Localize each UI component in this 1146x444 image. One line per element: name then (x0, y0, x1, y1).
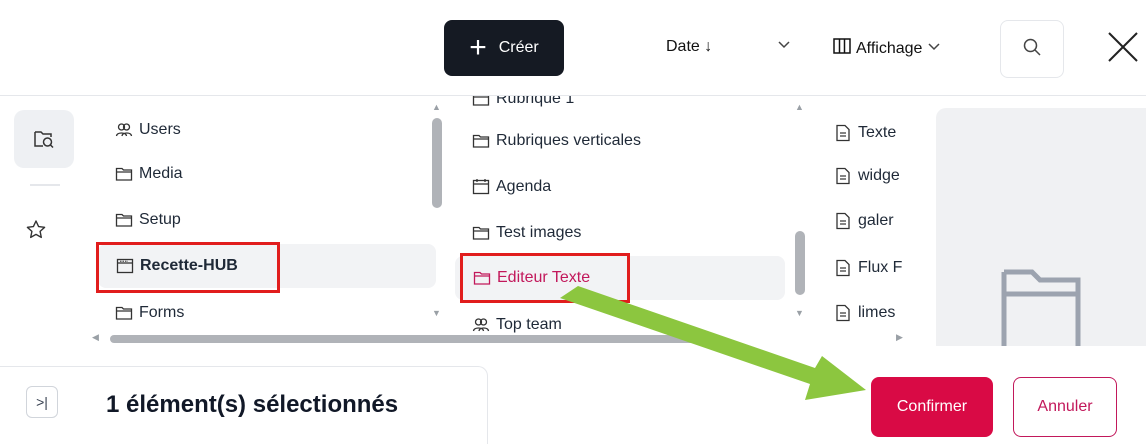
sort-date-label: Date ↓ (666, 38, 713, 55)
list-item[interactable]: limes (834, 298, 895, 328)
top-toolbar: + Créer Date ↓ Affichage (0, 0, 1146, 96)
column-3: Texte widge galer Flux F limes (830, 96, 940, 336)
document-icon (836, 259, 850, 277)
chevron-right-bar-icon: >| (36, 394, 48, 410)
chevron-down-icon (926, 38, 942, 59)
column-1-scrollbar[interactable] (432, 118, 442, 208)
confirm-button[interactable]: Confirmer (871, 377, 993, 437)
list-item-label: limes (858, 304, 896, 321)
list-item[interactable]: galer (834, 206, 894, 236)
document-icon (836, 212, 850, 230)
list-item-label: widge (858, 167, 900, 184)
list-item[interactable]: Setup (115, 205, 181, 235)
list-item-label: Users (139, 121, 181, 138)
document-icon (836, 124, 850, 142)
plus-icon: + (469, 31, 487, 64)
sort-date-button[interactable]: Date ↓ (666, 38, 712, 56)
list-item-label: Texte (858, 124, 897, 141)
list-item[interactable]: Top team (472, 310, 562, 336)
expand-selection-button[interactable]: >| (26, 386, 58, 418)
users-icon (472, 318, 490, 332)
list-item[interactable]: Texte (834, 118, 896, 148)
list-item[interactable]: Media (115, 159, 183, 189)
calendar-icon (472, 179, 490, 195)
document-icon (836, 167, 850, 185)
document-icon (836, 304, 850, 322)
scroll-up-icon[interactable]: ▲ (795, 102, 804, 112)
list-item-label: galer (858, 212, 894, 229)
list-item[interactable]: Rubriques verticales (472, 126, 641, 156)
list-item[interactable]: Flux F (834, 253, 902, 283)
list-item-label: Rubrique 1 (496, 96, 575, 107)
search-icon (1022, 37, 1042, 62)
browse-tab[interactable] (14, 110, 74, 168)
list-item-label: Media (139, 165, 183, 182)
favorites-tab[interactable] (24, 218, 48, 242)
list-item-label: Setup (139, 211, 181, 228)
annotation-highlight-box (96, 242, 280, 293)
column-2-scrollbar[interactable] (795, 231, 805, 295)
scroll-up-icon[interactable]: ▲ (432, 102, 441, 112)
rail-divider (30, 184, 60, 186)
folder-placeholder-icon (1001, 269, 1081, 346)
scroll-right-icon[interactable]: ▶ (896, 332, 903, 343)
list-item[interactable]: Forms (115, 298, 184, 328)
view-toggle-label: Affichage (856, 39, 923, 57)
sort-chevron-down-icon[interactable] (776, 36, 792, 57)
column-1: Users Media Setup Recette-HUB Forms (90, 96, 445, 336)
list-item-label: Agenda (496, 178, 552, 195)
list-item[interactable]: Agenda (472, 172, 551, 202)
cancel-button[interactable]: Annuler (1013, 377, 1117, 437)
scroll-down-icon[interactable]: ▼ (432, 308, 441, 318)
left-rail (0, 96, 90, 346)
folder-icon (472, 134, 490, 148)
users-icon (115, 123, 133, 137)
list-item-label: Top team (496, 316, 562, 333)
list-item-label: Rubriques verticales (496, 132, 641, 149)
preview-pane (936, 108, 1146, 346)
list-item[interactable]: Test images (472, 218, 581, 248)
folder-icon (115, 213, 133, 227)
scroll-left-icon[interactable]: ◀ (92, 332, 99, 343)
close-icon (1108, 32, 1138, 62)
scroll-down-icon[interactable]: ▼ (795, 308, 804, 318)
list-item[interactable]: widge (834, 161, 900, 191)
annotation-highlight-box (460, 253, 630, 303)
folder-icon (115, 167, 133, 181)
columns-icon (832, 36, 852, 61)
folder-icon (115, 306, 133, 320)
star-icon (26, 220, 46, 239)
list-item[interactable]: Users (115, 115, 181, 145)
view-toggle-button[interactable]: Affichage (832, 36, 942, 61)
search-button[interactable] (1000, 20, 1064, 78)
folder-icon (472, 96, 490, 106)
horizontal-scrollbar[interactable] (110, 335, 695, 343)
list-item[interactable]: Rubrique 1 (472, 96, 574, 114)
list-item-label: Forms (139, 304, 185, 321)
list-item-label: Test images (496, 224, 582, 241)
close-button[interactable] (1103, 27, 1143, 67)
create-button[interactable]: + Créer (444, 20, 564, 76)
folder-icon (472, 226, 490, 240)
folder-search-icon (34, 131, 54, 149)
list-item-label: Flux F (858, 259, 903, 276)
create-button-label: Créer (498, 39, 539, 56)
footer-bar: >| 1 élément(s) sélectionnés Confirmer A… (0, 346, 1146, 444)
selection-count-text: 1 élément(s) sélectionnés (106, 391, 399, 418)
